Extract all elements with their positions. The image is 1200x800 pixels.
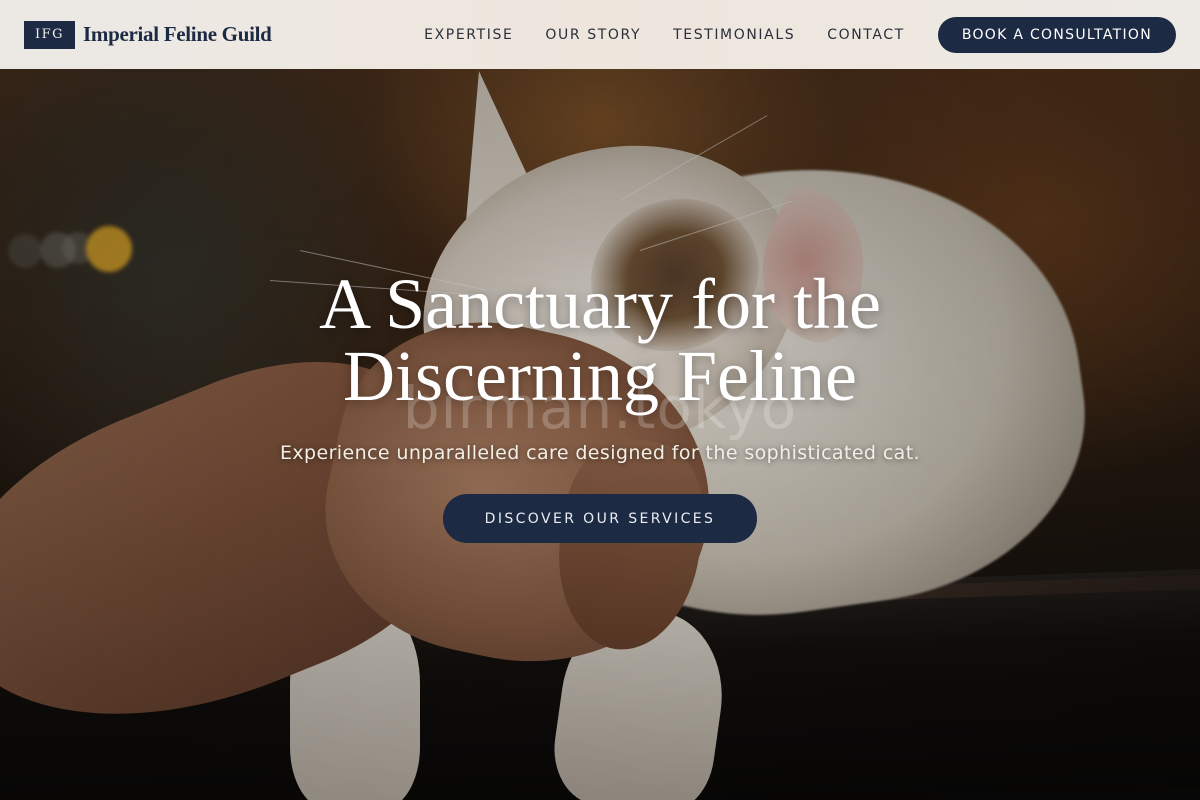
brand-logo-link[interactable]: IFG Imperial Feline Guild — [24, 20, 272, 49]
discover-services-button[interactable]: DISCOVER OUR SERVICES — [443, 494, 757, 543]
hero-title-line-2: Discerning Feline — [343, 336, 857, 416]
nav-link-our-story[interactable]: OUR STORY — [529, 27, 657, 43]
brand-name: Imperial Feline Guild — [83, 22, 272, 46]
top-navbar: IFG Imperial Feline Guild EXPERTISE OUR … — [0, 0, 1200, 69]
brand-badge: IFG — [24, 20, 75, 49]
hero-title-line-1: A Sanctuary for the — [319, 264, 881, 344]
hero-subtitle: Experience unparalleled care designed fo… — [279, 442, 920, 464]
nav-link-contact[interactable]: CONTACT — [811, 27, 921, 43]
hero-title: A Sanctuary for the Discerning Feline — [0, 268, 1200, 412]
main-nav: EXPERTISE OUR STORY TESTIMONIALS CONTACT… — [408, 16, 1176, 53]
hero-content: A Sanctuary for the Discerning Feline Ex… — [0, 268, 1200, 543]
book-consultation-button[interactable]: BOOK A CONSULTATION — [937, 16, 1176, 53]
nav-link-testimonials[interactable]: TESTIMONIALS — [657, 27, 811, 43]
nav-link-expertise[interactable]: EXPERTISE — [408, 27, 529, 43]
